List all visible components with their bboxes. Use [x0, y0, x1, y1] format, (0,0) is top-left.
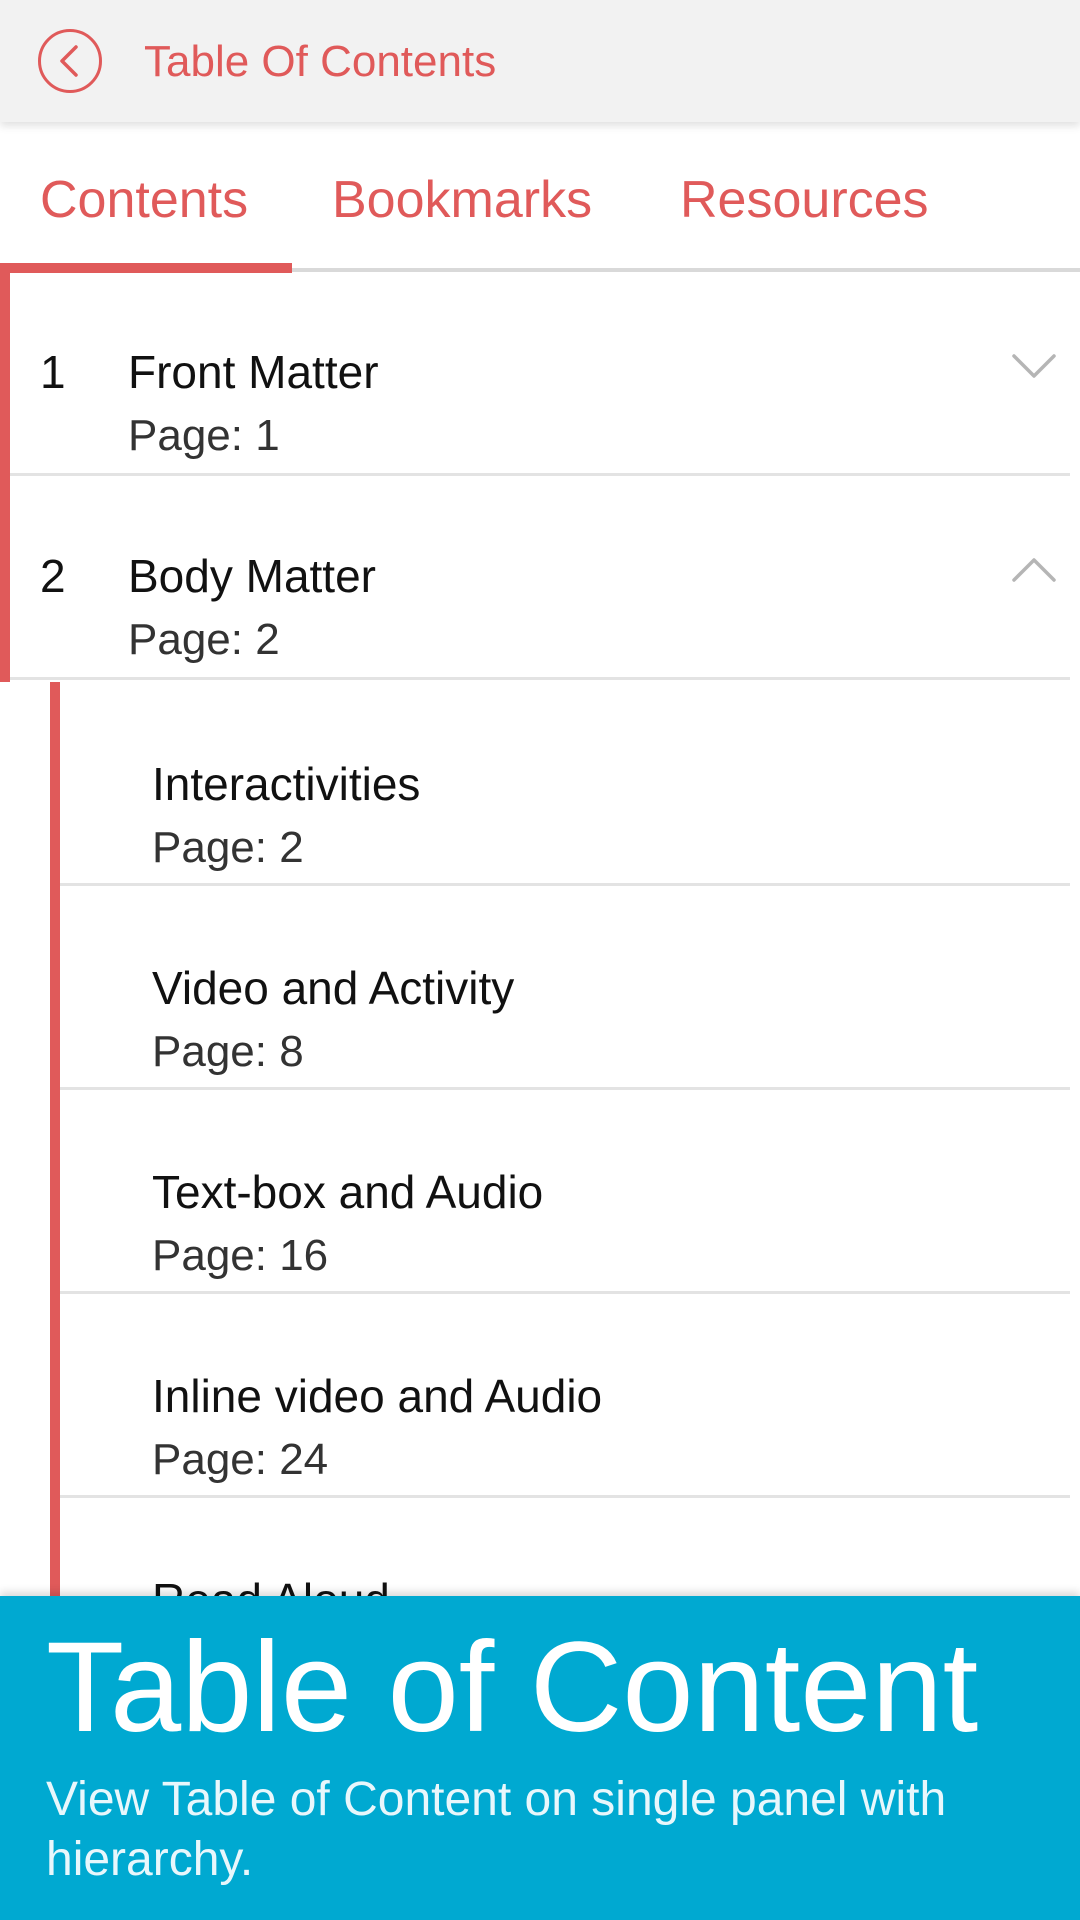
- chevron-left-icon: [60, 45, 78, 77]
- tab-contents[interactable]: Contents: [40, 170, 248, 230]
- tab-bookmarks[interactable]: Bookmarks: [332, 170, 592, 230]
- back-button[interactable]: [38, 29, 102, 93]
- app-header: Table Of Contents: [0, 0, 1080, 122]
- toc-subitem[interactable]: Read Aloud: [60, 1498, 1070, 1596]
- toc-item-body-matter[interactable]: 2 Body Matter Page: 2: [10, 476, 1070, 680]
- toc-subitem[interactable]: Inline video and Audio Page: 24: [60, 1294, 1070, 1498]
- subitem-page: Page: 16: [152, 1231, 329, 1280]
- toc-subitem[interactable]: Interactivities Page: 2: [60, 682, 1070, 886]
- item-page: Page: 2: [128, 615, 280, 664]
- banner-subtitle: View Table of Content on single panel wi…: [46, 1773, 947, 1886]
- item-title: Body Matter: [128, 550, 376, 602]
- level-2-accent-bar: [50, 682, 60, 1596]
- subitem-title: Inline video and Audio: [152, 1370, 603, 1422]
- subitem-title: Text-box and Audio: [152, 1166, 544, 1218]
- tab-resources[interactable]: Resources: [680, 170, 929, 230]
- level-1-accent-bar: [0, 272, 10, 682]
- chevron-down-icon[interactable]: [1010, 348, 1058, 384]
- subitem-page: Page: 2: [152, 823, 304, 872]
- item-number: 2: [40, 550, 66, 602]
- item-page: Page: 1: [128, 411, 280, 460]
- item-number: 1: [40, 346, 66, 398]
- chevron-up-icon[interactable]: [1010, 552, 1058, 588]
- item-title: Front Matter: [128, 346, 379, 398]
- page-title: Table Of Contents: [144, 37, 497, 86]
- subitem-title: Read Aloud: [152, 1574, 390, 1596]
- active-tab-indicator: [0, 263, 292, 273]
- toc-item-front-matter[interactable]: 1 Front Matter Page: 1: [10, 272, 1070, 476]
- subitem-page: Page: 8: [152, 1027, 304, 1076]
- toc-subitem[interactable]: Text-box and Audio Page: 16: [60, 1090, 1070, 1294]
- subitem-title: Interactivities: [152, 758, 421, 810]
- feature-banner: Table of Content View Table of Content o…: [0, 1596, 1080, 1920]
- subitem-title: Video and Activity: [152, 962, 515, 1014]
- subitem-page: Page: 24: [152, 1435, 329, 1484]
- tab-bar: Contents Bookmarks Resources: [0, 122, 1080, 272]
- banner-title: Table of Content: [46, 1616, 979, 1759]
- toc-list[interactable]: 1 Front Matter Page: 1 2 Body Matter Pag…: [0, 272, 1080, 1596]
- toc-subitem[interactable]: Video and Activity Page: 8: [60, 886, 1070, 1090]
